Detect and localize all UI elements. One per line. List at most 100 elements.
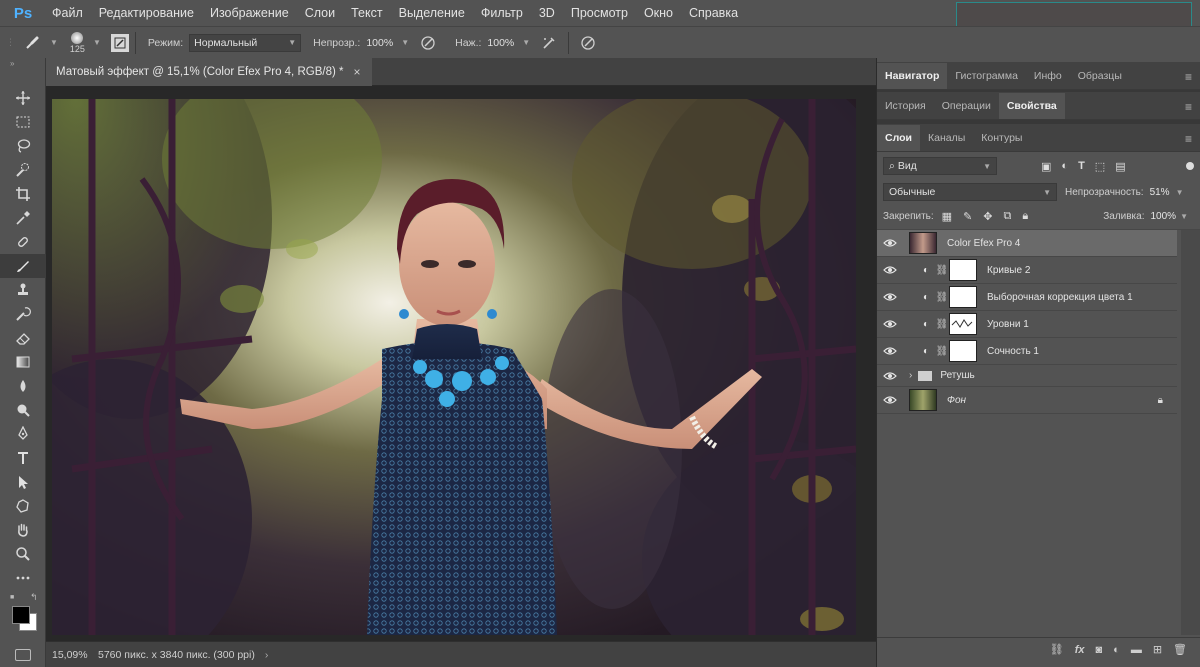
eye-icon[interactable] <box>877 265 903 275</box>
mode-select[interactable]: Нормальный ▼ <box>189 33 302 52</box>
new-layer-icon[interactable]: ⊞ <box>1153 643 1162 656</box>
menu-filter[interactable]: Фильтр <box>473 0 531 26</box>
eye-icon[interactable] <box>877 292 903 302</box>
trash-icon[interactable]: 🗑︎ <box>1173 643 1187 656</box>
chevron-down-icon[interactable]: ▼ <box>93 38 101 47</box>
layer-row[interactable]: Фон 🔒︎ <box>877 387 1177 414</box>
zoom-icon[interactable] <box>0 542 46 566</box>
tab-properties[interactable]: Свойства <box>998 93 1065 119</box>
brush-size-picker[interactable]: 125 <box>70 31 85 54</box>
link-icon[interactable]: ⛓︎ <box>935 265 949 276</box>
chevron-right-icon[interactable]: › <box>265 649 269 661</box>
tab-info[interactable]: Инфо <box>1026 63 1070 89</box>
tab-actions[interactable]: Операции <box>934 93 999 119</box>
color-swatches[interactable]: ■ ↰ <box>0 590 45 634</box>
chevron-down-icon[interactable]: ▼ <box>50 38 58 47</box>
eraser-icon[interactable] <box>0 326 46 350</box>
lock-all-icon[interactable]: 🔒︎ <box>1022 210 1028 223</box>
chevron-right-icon[interactable]: › <box>909 370 912 381</box>
eyedropper-icon[interactable] <box>0 206 46 230</box>
link-icon[interactable]: ⛓︎ <box>935 319 949 330</box>
pressure-opacity-icon[interactable] <box>415 35 441 51</box>
new-adjustment-icon[interactable]: ◐ <box>1113 644 1120 656</box>
layer-row[interactable]: ◐ ⛓︎ Сочность 1 <box>877 338 1177 365</box>
lock-transparency-icon[interactable]: ▦ <box>942 210 952 223</box>
tools-grip-icon[interactable]: » <box>0 58 45 70</box>
layers-scrollbar[interactable] <box>1181 230 1200 635</box>
stamp-icon[interactable] <box>0 278 46 302</box>
tab-swatches[interactable]: Образцы <box>1070 63 1130 89</box>
filter-toggle-icon[interactable] <box>1186 162 1194 170</box>
fill-value[interactable]: 100% <box>1151 211 1177 222</box>
menu-type[interactable]: Текст <box>343 0 390 26</box>
layer-row[interactable]: Color Efex Pro 4 <box>877 230 1177 257</box>
tab-channels[interactable]: Каналы <box>920 125 973 151</box>
lock-position-icon[interactable]: ✥ <box>983 210 992 223</box>
eye-icon[interactable] <box>877 395 903 405</box>
layer-mask-thumbnail[interactable] <box>949 340 977 362</box>
marquee-icon[interactable] <box>0 110 46 134</box>
link-icon[interactable]: ⛓︎ <box>935 346 949 357</box>
brush-icon[interactable] <box>0 254 46 278</box>
chevron-down-icon[interactable]: ▼ <box>1180 212 1188 221</box>
menu-select[interactable]: Выделение <box>391 0 473 26</box>
opacity-value[interactable]: 100% <box>366 37 393 49</box>
swap-colors-icon[interactable]: ↰ <box>30 592 38 603</box>
history-brush-icon[interactable] <box>0 302 46 326</box>
chevron-down-icon[interactable]: ▼ <box>522 38 530 47</box>
healing-icon[interactable] <box>0 230 46 254</box>
layer-row[interactable]: ◐ ⛓︎ Кривые 2 <box>877 257 1177 284</box>
menu-layers[interactable]: Слои <box>297 0 343 26</box>
eye-icon[interactable] <box>877 346 903 356</box>
eye-icon[interactable] <box>877 371 903 381</box>
flow-value[interactable]: 100% <box>487 37 514 49</box>
gradient-icon[interactable] <box>0 350 46 374</box>
menu-image[interactable]: Изображение <box>202 0 297 26</box>
layer-opacity-value[interactable]: 51% <box>1150 187 1170 198</box>
crop-icon[interactable] <box>0 182 46 206</box>
document-tab[interactable]: Матовый эффект @ 15,1% (Color Efex Pro 4… <box>46 58 373 86</box>
layer-mask-thumbnail[interactable] <box>949 259 977 281</box>
lock-pixels-icon[interactable]: ✎ <box>963 210 972 223</box>
panel-menu-icon[interactable]: ≡ <box>1185 132 1192 146</box>
layer-mask-thumbnail[interactable] <box>949 313 977 335</box>
chevron-down-icon[interactable]: ▼ <box>401 38 409 47</box>
menu-3d[interactable]: 3D <box>531 0 563 26</box>
layer-filter-select[interactable]: ⌕ Вид ▼ <box>883 157 997 175</box>
lasso-icon[interactable] <box>0 134 46 158</box>
chevron-down-icon[interactable]: ▼ <box>1176 188 1184 197</box>
status-zoom[interactable]: 15,09% <box>46 649 96 661</box>
eye-icon[interactable] <box>877 238 903 248</box>
path-select-icon[interactable] <box>0 470 46 494</box>
lock-artboard-icon[interactable]: ⧉ <box>1004 210 1012 223</box>
layer-row[interactable]: ◐ ⛓︎ Выборочная коррекция цвета 1 <box>877 284 1177 311</box>
hand-icon[interactable] <box>0 518 46 542</box>
airbrush-icon[interactable] <box>536 35 562 51</box>
pen-icon[interactable] <box>0 422 46 446</box>
filter-image-icon[interactable]: ▣ <box>1041 160 1051 173</box>
brush-preset-icon[interactable] <box>18 35 46 51</box>
tab-paths[interactable]: Контуры <box>973 125 1030 151</box>
filter-shape-icon[interactable]: ⬚ <box>1095 160 1105 173</box>
menu-window[interactable]: Окно <box>636 0 681 26</box>
blur-icon[interactable] <box>0 374 46 398</box>
move-icon[interactable] <box>0 86 46 110</box>
new-group-icon[interactable]: ▬ <box>1131 644 1142 656</box>
eye-icon[interactable] <box>877 319 903 329</box>
tab-history[interactable]: История <box>877 93 934 119</box>
canvas-photo[interactable] <box>52 99 856 635</box>
foreground-color-swatch[interactable] <box>12 606 30 624</box>
menu-view[interactable]: Просмотр <box>563 0 636 26</box>
layer-group-row[interactable]: › Ретушь <box>877 365 1177 387</box>
menu-edit[interactable]: Редактирование <box>91 0 202 26</box>
blend-mode-select[interactable]: Обычные ▼ <box>883 183 1057 201</box>
filter-adjustment-icon[interactable]: ◐ <box>1061 160 1068 173</box>
tab-layers[interactable]: Слои <box>877 125 920 151</box>
dodge-icon[interactable] <box>0 398 46 422</box>
add-mask-icon[interactable]: ◙ <box>1096 644 1103 656</box>
panel-menu-icon[interactable]: ≡ <box>1185 100 1192 114</box>
quick-mask-icon[interactable] <box>15 649 31 661</box>
menu-file[interactable]: Файл <box>44 0 91 26</box>
brush-panel-toggle-icon[interactable] <box>110 33 129 52</box>
quick-select-icon[interactable] <box>0 158 46 182</box>
